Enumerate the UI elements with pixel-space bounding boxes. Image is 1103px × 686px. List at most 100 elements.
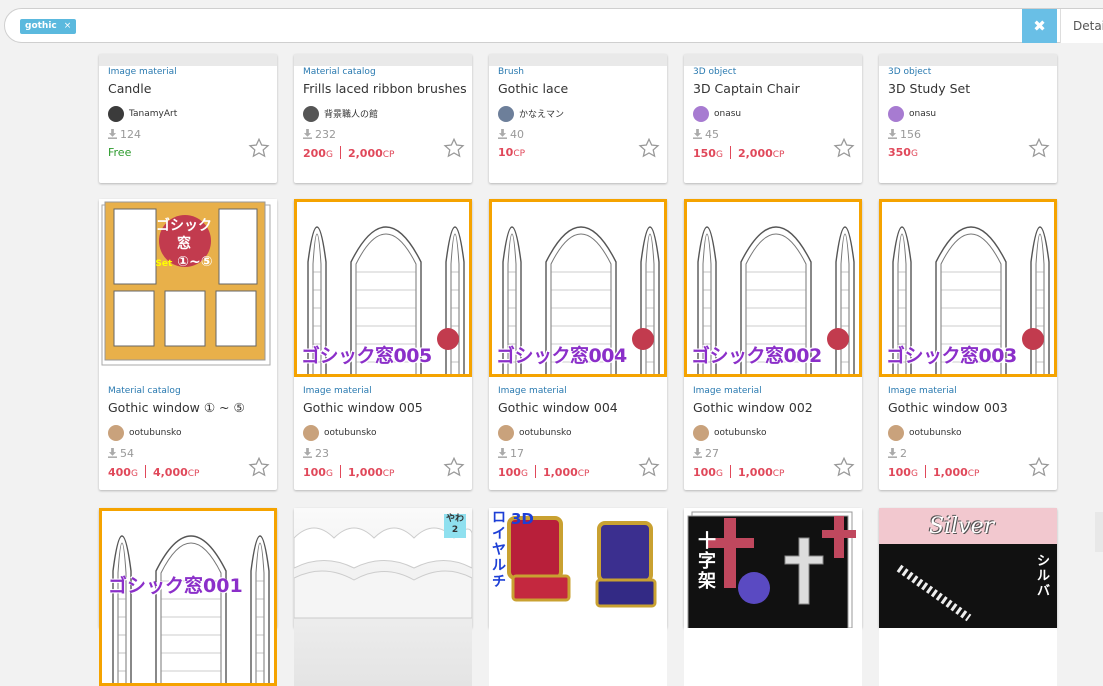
material-card[interactable]: ゴシック窓003 Image material Gothic window 003 o… (879, 199, 1057, 490)
favorite-star-icon[interactable] (638, 456, 660, 478)
material-card[interactable]: ゴシック窓001 (99, 508, 277, 686)
material-title[interactable]: Gothic window 002 (693, 400, 813, 415)
price-gold: 150 (693, 147, 716, 160)
favorite-star-icon[interactable] (833, 456, 855, 478)
thumbnail[interactable]: Silver シルバ (879, 508, 1057, 686)
thumbnail-side-text: シルバ (1037, 554, 1051, 599)
download-icon (498, 448, 507, 458)
thumbnail-edge[interactable] (294, 54, 472, 66)
category-label: Image material (888, 386, 957, 396)
material-card[interactable]: Silver シルバ (879, 508, 1057, 686)
detail-search-button[interactable]: Detai (1060, 9, 1103, 43)
price: 100G 1,000CP (693, 465, 784, 479)
price: 100G 1,000CP (498, 465, 589, 479)
material-card[interactable]: ゴシック窓002 Image material Gothic window 002 o… (684, 199, 862, 490)
material-title[interactable]: 3D Captain Chair (693, 81, 800, 96)
material-card[interactable]: ゴシック窓004 Image material Gothic window 004 o… (489, 199, 667, 490)
clear-search-button[interactable]: ✖ (1022, 9, 1057, 43)
price-unit: G (910, 469, 918, 479)
material-title[interactable]: Gothic window ① ~ ⑤ (108, 400, 245, 415)
material-title[interactable]: Gothic window 005 (303, 400, 423, 415)
thumbnail-title: ゴシック窓005 (301, 345, 432, 367)
creator[interactable]: ootubunsko (693, 422, 766, 441)
price-separator (339, 146, 341, 159)
scrollbar[interactable] (1095, 512, 1103, 552)
material-title[interactable]: Gothic window 003 (888, 400, 1008, 415)
material-title[interactable]: 3D Study Set (888, 81, 970, 96)
material-card[interactable]: ゴシック窓005 Image material Gothic window 005 o… (294, 199, 472, 490)
thumbnail-title: ゴシック窓001 (108, 575, 243, 597)
material-card[interactable]: ゴシック窓 Set ①~⑤ Material catalog Gothic windo… (99, 199, 277, 490)
material-title[interactable]: Gothic window 004 (498, 400, 618, 415)
price: 200G 2,000CP (303, 146, 394, 160)
creator[interactable]: ootubunsko (498, 422, 571, 441)
search-bar[interactable] (4, 8, 1103, 43)
favorite-star-icon[interactable] (1028, 137, 1050, 159)
category-label: Image material (108, 67, 177, 77)
download-icon (303, 129, 312, 139)
favorite-star-icon[interactable] (248, 137, 270, 159)
category-label: 3D object (693, 67, 737, 77)
favorite-star-icon[interactable] (1028, 456, 1050, 478)
download-count-value: 232 (315, 128, 336, 141)
favorite-star-icon[interactable] (638, 137, 660, 159)
creator[interactable]: onasu (693, 103, 741, 122)
material-card[interactable]: 十字架 (684, 508, 862, 686)
price-unit: CP (967, 469, 980, 479)
download-count: 45 (693, 128, 719, 141)
price-cp: 2,000 (737, 147, 773, 160)
thumbnail[interactable]: ゴシック窓003 (879, 199, 1057, 377)
creator-name: ootubunsko (129, 427, 182, 438)
thumbnail[interactable]: 十字架 (684, 508, 862, 686)
category-label: Material catalog (303, 67, 376, 77)
tag-remove-icon[interactable]: × (64, 21, 72, 31)
price-cp: 2,000 (347, 147, 383, 160)
creator[interactable]: ootubunsko (108, 422, 182, 441)
material-card[interactable]: 3D ロイヤルチ (489, 508, 667, 686)
creator[interactable]: 背景職人の館 (303, 103, 378, 122)
material-card[interactable]: 3D object 3D Captain Chair onasu 45 150G 2,00… (684, 54, 862, 183)
thumbnail[interactable]: ゴシック窓004 (489, 199, 667, 377)
price-unit: CP (577, 469, 590, 479)
favorite-star-icon[interactable] (833, 137, 855, 159)
material-title[interactable]: Gothic lace (498, 81, 568, 96)
rose-decoration (437, 328, 459, 350)
rose-decoration (632, 328, 654, 350)
price-gold: 100 (303, 466, 326, 479)
thumbnail-edge[interactable] (99, 54, 277, 66)
favorite-star-icon[interactable] (443, 456, 465, 478)
material-title[interactable]: Candle (108, 81, 151, 96)
price-unit: G (325, 469, 333, 479)
favorite-star-icon[interactable] (443, 137, 465, 159)
favorite-star-icon[interactable] (248, 456, 270, 478)
price: 100G 1,000CP (888, 465, 979, 479)
thumbnail[interactable]: 3D ロイヤルチ (489, 508, 667, 686)
search-tag[interactable]: gothic × (20, 19, 77, 34)
material-card[interactable]: 3D object 3D Study Set onasu 156 350G (879, 54, 1057, 183)
material-title[interactable]: Frills laced ribbon brushes (303, 81, 467, 96)
creator[interactable]: onasu (888, 103, 936, 122)
thumbnail-title: ゴシック窓 Set ①~⑤ (155, 218, 213, 270)
thumbnail[interactable]: ゴシック窓002 (684, 199, 862, 377)
material-card[interactable]: Material catalog Frills laced ribbon brus… (294, 54, 472, 183)
thumbnail[interactable]: ゴシック窓001 (99, 508, 277, 686)
creator[interactable]: かなえマン (498, 103, 564, 122)
material-card[interactable]: Image material Candle TanamyArt 124 Free (99, 54, 277, 183)
material-card[interactable]: やわ2 (294, 508, 472, 686)
avatar (693, 424, 709, 441)
creator[interactable]: ootubunsko (888, 422, 961, 441)
price: 150G 2,000CP (693, 146, 784, 160)
thumbnail-edge[interactable] (879, 54, 1057, 66)
thumbnail-edge[interactable] (489, 54, 667, 66)
thumbnail[interactable]: ゴシック窓005 (294, 199, 472, 377)
creator[interactable]: TanamyArt (108, 103, 177, 122)
thumbnail[interactable]: やわ2 (294, 508, 472, 686)
download-count: 40 (498, 128, 524, 141)
thumbnail[interactable]: ゴシック窓 Set ①~⑤ (99, 199, 277, 377)
close-icon: ✖ (1033, 17, 1046, 35)
material-card[interactable]: Brush Gothic lace かなえマン 40 10CP (489, 54, 667, 183)
creator[interactable]: ootubunsko (303, 422, 376, 441)
price-separator (339, 465, 341, 478)
thumbnail-edge[interactable] (684, 54, 862, 66)
download-count: 23 (303, 447, 329, 460)
